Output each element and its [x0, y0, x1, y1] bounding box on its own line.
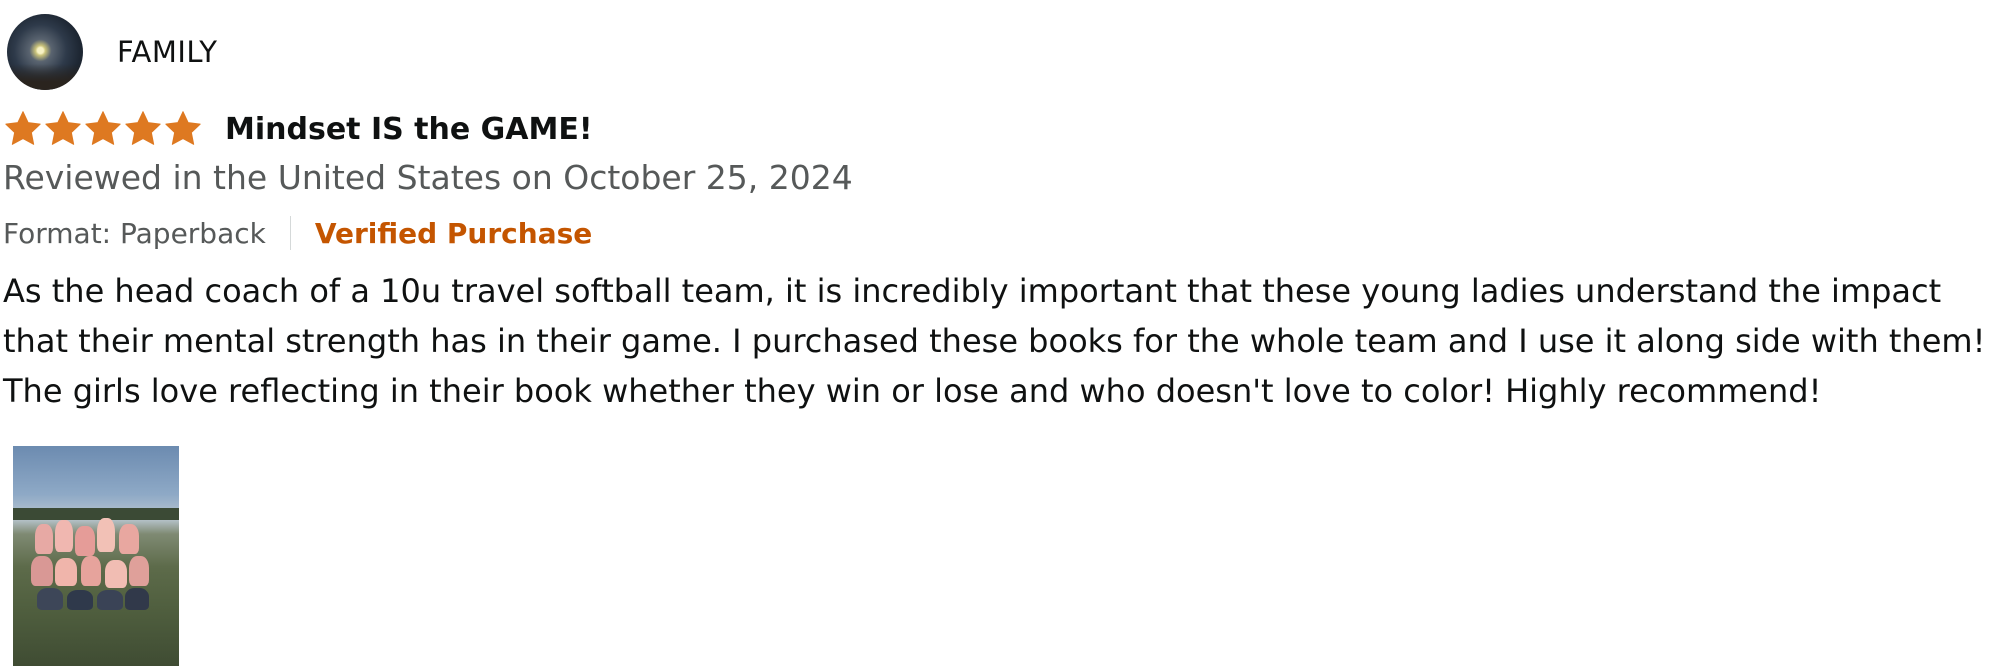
review-title-row: Mindset IS the GAME! — [3, 106, 593, 152]
verified-purchase-badge: Verified Purchase — [314, 216, 593, 250]
star-filled-icon — [83, 109, 123, 149]
star-filled-icon — [123, 109, 163, 149]
star-rating[interactable] — [3, 109, 203, 149]
star-filled-icon — [43, 109, 83, 149]
avatar[interactable] — [7, 14, 83, 90]
review-image-thumbnail[interactable] — [13, 446, 179, 666]
star-filled-icon — [163, 109, 203, 149]
format-link[interactable]: Format: Paperback — [3, 217, 266, 250]
review-title[interactable]: Mindset IS the GAME! — [225, 112, 593, 147]
photo-team-group — [27, 516, 157, 626]
customer-review: FAMILY Mindset IS the GAME! Reviewed in … — [0, 0, 1998, 672]
review-date: Reviewed in the United States on October… — [3, 158, 853, 197]
star-filled-icon — [3, 109, 43, 149]
review-body: As the head coach of a 10u travel softba… — [3, 272, 1986, 410]
review-meta: Format: Paperback Verified Purchase — [3, 213, 592, 253]
reviewer-name[interactable]: FAMILY — [117, 35, 217, 69]
divider — [289, 216, 291, 250]
reviewer-profile[interactable]: FAMILY — [7, 14, 217, 90]
